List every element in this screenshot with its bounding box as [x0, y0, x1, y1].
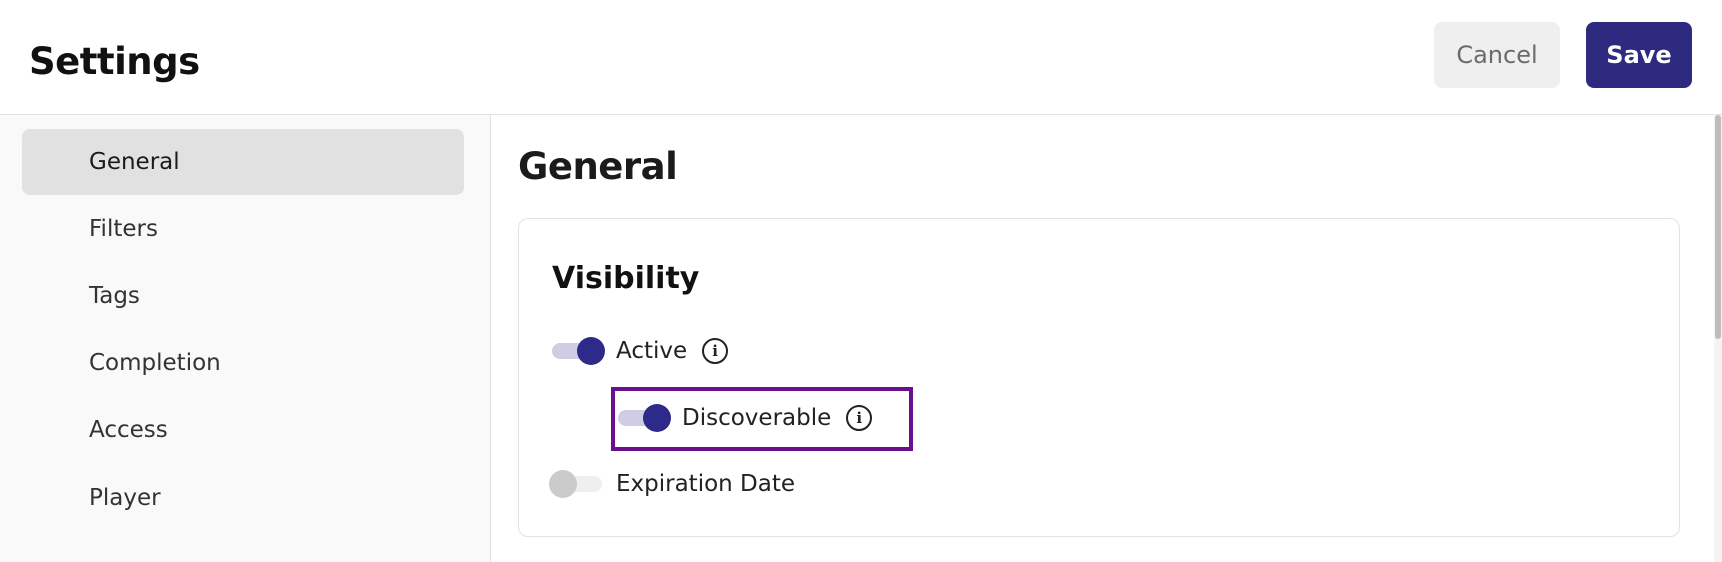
sidebar-item-tags[interactable]: Tags: [22, 263, 464, 329]
visibility-title: Visibility: [552, 261, 700, 296]
scrollbar-thumb[interactable]: [1715, 115, 1721, 339]
discoverable-toggle[interactable]: [618, 403, 672, 433]
sidebar-item-access[interactable]: Access: [22, 397, 464, 463]
expiration-date-toggle[interactable]: [549, 469, 606, 499]
active-toggle[interactable]: [552, 336, 606, 366]
expiration-toggle-row: Expiration Date: [549, 464, 796, 504]
settings-content: General Visibility Active i Discoverable…: [492, 115, 1722, 562]
section-title: General: [518, 145, 678, 188]
settings-sidebar: General Filters Tags Completion Access P…: [0, 115, 491, 562]
expiration-date-label: Expiration Date: [616, 471, 796, 497]
page-title: Settings: [29, 40, 200, 83]
visibility-card: Visibility Active i Discoverable i Expir: [518, 218, 1680, 537]
info-icon[interactable]: i: [702, 338, 729, 364]
sidebar-item-completion[interactable]: Completion: [22, 330, 464, 396]
toggle-thumb: [577, 337, 605, 365]
info-icon[interactable]: i: [846, 405, 873, 431]
active-toggle-label: Active: [616, 338, 688, 364]
sidebar-item-filters[interactable]: Filters: [22, 196, 464, 262]
cancel-button[interactable]: Cancel: [1434, 22, 1560, 88]
toggle-thumb: [549, 470, 577, 498]
discoverable-toggle-label: Discoverable: [682, 405, 832, 431]
discoverable-toggle-row: Discoverable i: [618, 398, 873, 438]
save-button[interactable]: Save: [1586, 22, 1692, 88]
toggle-thumb: [643, 404, 671, 432]
settings-header: Settings Cancel Save: [0, 0, 1722, 115]
sidebar-item-player[interactable]: Player: [22, 465, 464, 531]
active-toggle-row: Active i: [552, 331, 729, 371]
sidebar-item-general[interactable]: General: [22, 129, 464, 195]
